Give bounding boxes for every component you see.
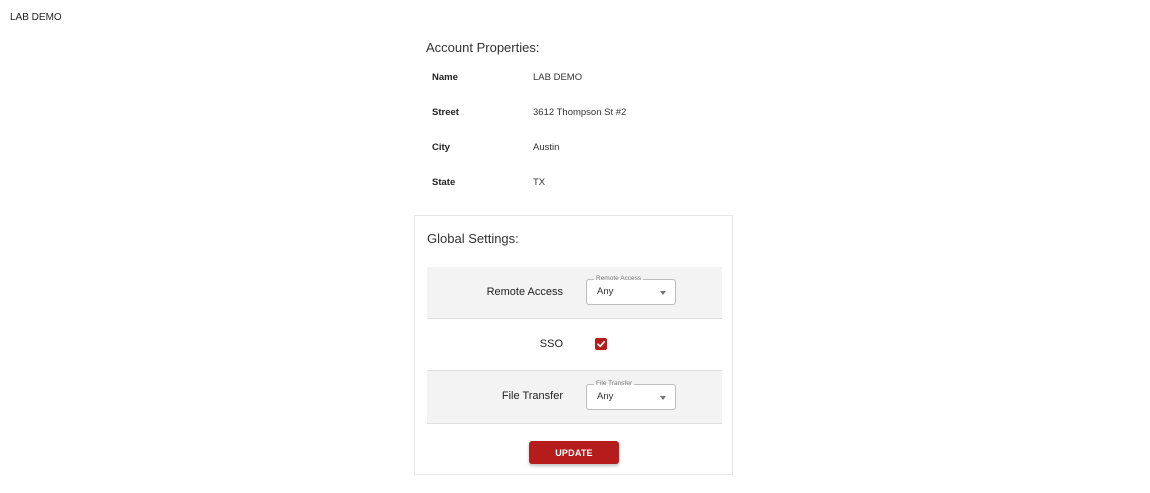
remote-access-select-legend: Remote Access [594, 274, 644, 284]
check-icon [597, 340, 605, 348]
account-properties-title: Account Properties: [426, 40, 540, 55]
property-value: Austin [533, 142, 560, 153]
file-transfer-selected-value: Any [597, 391, 614, 402]
property-label: City [432, 142, 450, 153]
global-settings-card: Global Settings: Remote Access Remote Ac… [414, 215, 733, 475]
sso-checkbox[interactable] [595, 338, 607, 350]
file-transfer-label: File Transfer [501, 390, 563, 402]
property-label: Name [432, 72, 458, 83]
property-value: 3612 Thompson St #2 [533, 107, 627, 118]
property-value: LAB DEMO [533, 72, 583, 83]
remote-access-select[interactable]: Remote Access Any [586, 274, 676, 305]
property-label: State [432, 177, 456, 188]
property-value: TX [533, 177, 546, 188]
file-transfer-select-legend: File Transfer [594, 379, 635, 389]
remote-access-selected-value: Any [597, 286, 614, 297]
setting-row-file-transfer: File Transfer File Transfer Any [427, 371, 722, 424]
account-name-header: LAB DEMO [10, 12, 62, 23]
property-label: Street [432, 107, 459, 118]
remote-access-label: Remote Access [486, 286, 563, 298]
global-settings-title: Global Settings: [427, 231, 519, 246]
account-settings-page: LAB DEMO Account Properties: Name LAB DE… [0, 0, 1150, 493]
setting-row-sso: SSO [427, 319, 722, 371]
caret-down-icon [660, 291, 666, 295]
caret-down-icon [660, 396, 666, 400]
file-transfer-select[interactable]: File Transfer Any [586, 379, 676, 410]
sso-label: SSO [539, 338, 563, 350]
update-button[interactable]: UPDATE [529, 441, 619, 464]
setting-row-remote-access: Remote Access Remote Access Any [427, 267, 722, 319]
